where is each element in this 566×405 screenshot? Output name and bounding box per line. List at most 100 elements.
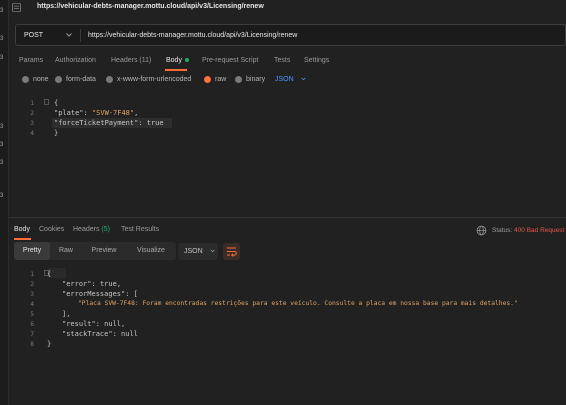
radio-none[interactable]: none	[22, 76, 49, 86]
code-line: "stackTrace": null	[62, 330, 138, 338]
gutter-number: 3	[0, 36, 4, 42]
code-token: {	[47, 270, 52, 278]
tab-headers[interactable]: Headers (11)	[111, 57, 151, 64]
status-label: Status:	[492, 227, 513, 234]
gutter-number: 3	[0, 142, 4, 148]
fold-toggle[interactable]	[44, 99, 49, 105]
chevron-down-icon[interactable]	[65, 31, 73, 39]
view-preview[interactable]: Preview	[82, 242, 126, 260]
tab-test-results[interactable]: Test Results	[121, 226, 159, 233]
body-format-select[interactable]: JSON	[275, 76, 307, 83]
code-token: }	[47, 340, 52, 348]
radio-binary[interactable]: binary	[235, 76, 265, 86]
chevron-down-icon	[209, 249, 215, 253]
tab-pre-request-script[interactable]: Pre-request Script	[202, 57, 258, 64]
radio-label: form-data	[66, 76, 96, 83]
view-pretty[interactable]: Pretty	[14, 242, 50, 260]
tab-tests[interactable]: Tests	[274, 57, 290, 64]
json-null: null	[121, 330, 138, 338]
tab-settings[interactable]: Settings	[304, 57, 329, 64]
json-string: "SVW-7F48"	[91, 109, 135, 117]
line-number: 8	[30, 341, 34, 348]
code-line: "error": true,	[62, 280, 122, 288]
code-token: {	[54, 99, 59, 107]
gutter-number: 3	[0, 193, 4, 199]
json-string: "Placa SVW-7F48: Foram encontradas restr…	[78, 300, 518, 307]
url-bar: POST https://vehicular-debts-manager.mot…	[15, 24, 566, 46]
line-number: 1	[30, 271, 34, 278]
radio-label: raw	[215, 76, 227, 83]
pane-splitter[interactable]	[9, 217, 566, 218]
gutter-number: 3	[0, 160, 4, 166]
http-request-icon	[12, 3, 21, 12]
gutter-number: 3	[0, 55, 4, 61]
line-number: 3	[30, 291, 34, 298]
globe-icon[interactable]	[476, 225, 487, 236]
code-line: "Placa SVW-7F48: Foram encontradas restr…	[78, 300, 518, 307]
tab-params[interactable]: Params	[19, 57, 43, 64]
json-boolean: true	[146, 119, 164, 127]
radio-x-www-form-urlencoded[interactable]: x-www-form-urlencoded	[106, 76, 191, 86]
tab-authorization[interactable]: Authorization	[55, 57, 96, 64]
url-divider	[80, 29, 81, 42]
code-token: ],	[62, 310, 71, 318]
view-raw[interactable]: Raw	[52, 242, 80, 260]
radio-label: x-www-form-urlencoded	[117, 76, 192, 83]
chevron-down-icon	[300, 77, 306, 81]
json-key: "errorMessages"	[62, 290, 126, 298]
active-tab-indicator	[165, 69, 187, 71]
json-key: "plate"	[54, 109, 84, 117]
wrap-lines-icon[interactable]	[223, 243, 240, 260]
response-view-toggle: Pretty Raw Preview Visualize	[14, 242, 176, 260]
active-tab-indicator	[14, 238, 31, 240]
response-format-label: JSON	[184, 248, 203, 255]
gutter-number: 3	[0, 124, 4, 130]
tab-label: Headers	[73, 226, 100, 233]
radio-label: binary	[246, 76, 266, 83]
radio-raw[interactable]: raw	[204, 76, 226, 86]
response-status: Status: 400 Bad Request	[492, 227, 564, 234]
body-format-label: JSON	[275, 76, 294, 83]
line-number: 4	[30, 130, 34, 137]
request-title[interactable]: https://vehicular-debts-manager.mottu.cl…	[37, 3, 264, 10]
json-key: "forceTicketPayment"	[54, 119, 139, 127]
code-line: "result": null,	[62, 320, 126, 328]
status-value: 400 Bad Request	[514, 227, 565, 234]
code-line: "errorMessages": [	[62, 290, 138, 298]
response-format-select[interactable]: JSON	[178, 243, 218, 260]
json-null: null	[104, 320, 122, 328]
json-key: "result"	[62, 320, 96, 328]
code-line: "plate": "SVW-7F48",	[54, 109, 139, 117]
tab-response-headers[interactable]: Headers (5)	[73, 226, 110, 233]
radio-dot	[55, 76, 62, 83]
method-select[interactable]: POST	[24, 32, 43, 39]
tab-cookies[interactable]: Cookies	[39, 226, 64, 233]
line-number: 2	[30, 110, 34, 117]
line-number: 6	[30, 321, 34, 328]
header-count: (5)	[101, 226, 110, 233]
radio-label: none	[33, 76, 49, 83]
code-token: }	[54, 129, 59, 137]
radio-dot	[106, 76, 113, 83]
radio-dot	[22, 76, 29, 83]
left-gutter: 3 3 3 3 3 3 3	[0, 0, 9, 405]
line-number: 7	[30, 331, 34, 338]
code-line: "forceTicketPayment": true	[54, 119, 164, 127]
json-key: "stackTrace"	[62, 330, 113, 338]
line-number: 1	[30, 100, 34, 107]
tab-response-body[interactable]: Body	[14, 226, 30, 233]
gutter-number: 3	[0, 8, 4, 14]
radio-form-data[interactable]: form-data	[55, 76, 96, 86]
json-boolean: true	[99, 280, 117, 288]
line-number: 2	[30, 281, 34, 288]
tab-body[interactable]: Body	[166, 57, 189, 64]
json-key: "error"	[62, 280, 92, 288]
line-number: 3	[30, 120, 34, 127]
body-indicator-dot	[184, 58, 189, 63]
radio-dot-selected	[204, 76, 211, 83]
line-number: 4	[30, 301, 34, 308]
view-visualize[interactable]: Visualize	[127, 242, 175, 260]
url-input[interactable]: https://vehicular-debts-manager.mottu.cl…	[88, 32, 297, 39]
line-number: 5	[30, 311, 34, 318]
radio-dot	[235, 76, 242, 83]
